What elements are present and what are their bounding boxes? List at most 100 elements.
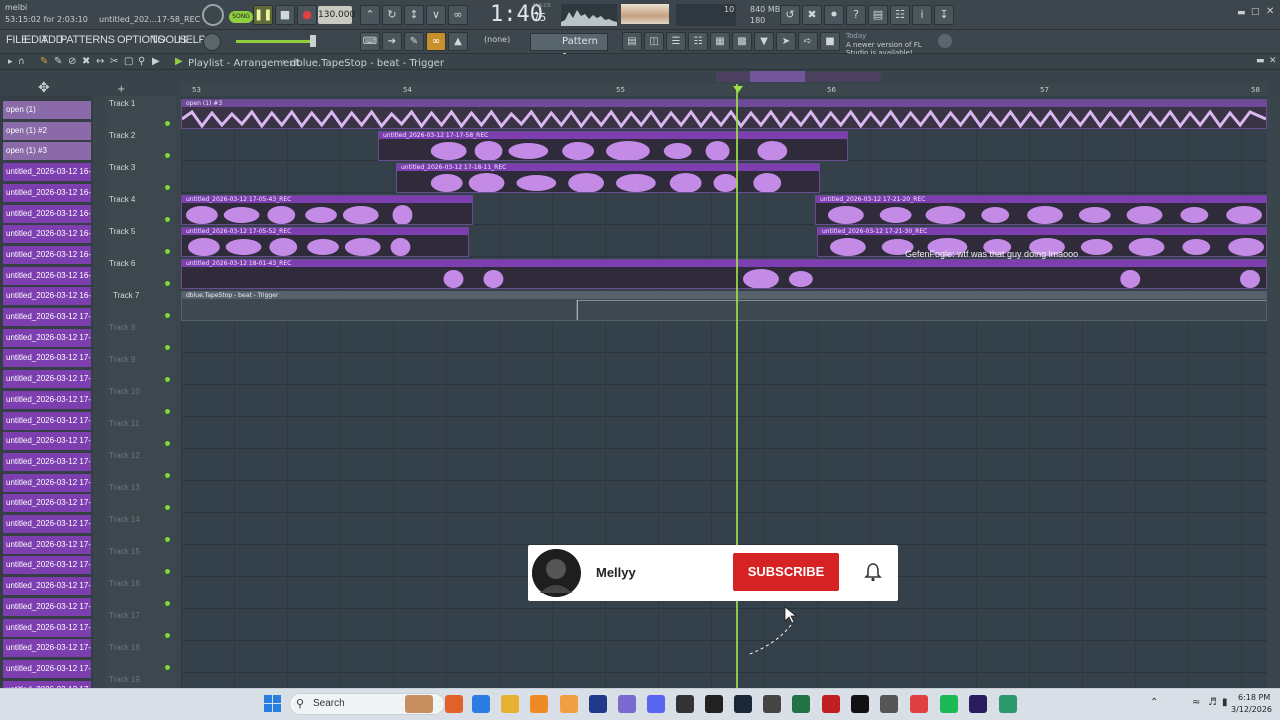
- tempo-display[interactable]: 130.000: [318, 6, 355, 24]
- track-mute-led[interactable]: [165, 633, 170, 638]
- browser-item[interactable]: untitled_2026-03-12 16-: [3, 245, 91, 264]
- track-label[interactable]: Track 17: [109, 611, 140, 620]
- track-label[interactable]: Track 4: [109, 195, 135, 204]
- browser-item[interactable]: untitled_2026-03-12 17-: [3, 556, 91, 575]
- lightning-app-icon[interactable]: [822, 695, 840, 713]
- discord-icon[interactable]: [647, 695, 665, 713]
- info-icon[interactable]: i: [912, 5, 932, 25]
- subscribe-button[interactable]: SUBSCRIBE: [733, 553, 839, 591]
- pattern-song-toggle[interactable]: [202, 4, 224, 26]
- track-label[interactable]: Track 10: [109, 387, 140, 396]
- browser-item[interactable]: untitled_2026-03-12 17-: [3, 618, 91, 637]
- battery-icon[interactable]: ▮: [1222, 697, 1228, 708]
- close-icon[interactable]: ✕: [1266, 6, 1274, 17]
- microphone-icon[interactable]: ⚫: [824, 5, 844, 25]
- pause-button[interactable]: ❚❚: [253, 5, 273, 25]
- delete-tool-icon[interactable]: ⊘: [68, 56, 76, 67]
- bell-icon[interactable]: [864, 562, 882, 582]
- track-mute-led[interactable]: [165, 185, 170, 190]
- taskbar-date[interactable]: 3/12/2026: [1231, 705, 1272, 714]
- taskbar-time[interactable]: 6:18 PM: [1238, 693, 1270, 702]
- browser-item[interactable]: untitled_2026-03-12 17-: [3, 597, 91, 616]
- save-icon[interactable]: ▤: [868, 5, 888, 25]
- move-handle-icon[interactable]: ✥: [38, 80, 50, 96]
- clip-track7-automation[interactable]: dblue.TapeStop - beat - Trigger: [181, 291, 1267, 321]
- windows-start-icon[interactable]: [264, 695, 281, 712]
- clip-track1[interactable]: open (1) #3: [181, 99, 1267, 129]
- clip-track4-b[interactable]: untitled_2026-03-12 17-21-20_REC: [815, 195, 1267, 225]
- track-mute-led[interactable]: [165, 377, 170, 382]
- arrow-icon[interactable]: ➔: [382, 32, 402, 51]
- app-a-icon[interactable]: [589, 695, 607, 713]
- browser-item[interactable]: untitled_2026-03-12 17-: [3, 411, 91, 430]
- obs-icon[interactable]: [676, 695, 694, 713]
- track-label[interactable]: Track 14: [109, 515, 140, 524]
- browser-item[interactable]: untitled_2026-03-12 17-: [3, 308, 91, 326]
- select-tool-icon[interactable]: ▢: [124, 56, 133, 67]
- track-label[interactable]: Track 3: [109, 163, 135, 172]
- track-mute-led[interactable]: [165, 601, 170, 606]
- pattern-selector[interactable]: Pattern 1: [530, 33, 608, 63]
- browser-item[interactable]: untitled_2026-03-12 17-: [3, 515, 91, 533]
- pencil-icon[interactable]: ✎: [404, 32, 424, 51]
- master-volume-handle[interactable]: [310, 35, 316, 47]
- undo-history-icon[interactable]: ↺: [780, 5, 800, 25]
- browser-item[interactable]: untitled_2026-03-12 17-: [3, 535, 91, 554]
- brave-icon[interactable]: [445, 695, 463, 713]
- track-label[interactable]: Track 19: [109, 675, 140, 684]
- playlist-play-icon[interactable]: ▶: [175, 56, 183, 67]
- browser-item[interactable]: untitled_2026-03-12 16-: [3, 266, 91, 285]
- count-in-icon[interactable]: ↕: [404, 5, 424, 25]
- track-mute-led[interactable]: [165, 505, 170, 510]
- clip-track5-a[interactable]: untitled_2026-03-12 17-05-52_REC: [181, 227, 469, 257]
- slip-tool-icon[interactable]: ↔: [96, 56, 104, 67]
- song-position-marker-icon[interactable]: [733, 86, 743, 93]
- song-mode-button[interactable]: SONG: [229, 11, 253, 23]
- breadcrumb-pattern[interactable]: dblue.TapeStop - beat - Trigger: [290, 58, 444, 69]
- steam-icon[interactable]: [734, 695, 752, 713]
- help-icon[interactable]: ?: [846, 5, 866, 25]
- channel-rack-icon[interactable]: ☰: [666, 32, 686, 51]
- browser-icon[interactable]: ▦: [710, 32, 730, 51]
- minimize-icon[interactable]: ▬: [1237, 8, 1246, 18]
- track-label[interactable]: Track 7: [113, 291, 139, 300]
- mute-tool-icon[interactable]: ✖: [82, 56, 90, 67]
- app-green-icon[interactable]: [999, 695, 1017, 713]
- browser-item[interactable]: untitled_2026-03-12 17-: [3, 494, 91, 513]
- playlist-minimize-icon[interactable]: ▬: [1256, 56, 1265, 66]
- track-mute-led[interactable]: [165, 569, 170, 574]
- widgets-icon[interactable]: [472, 695, 490, 713]
- track-mute-led[interactable]: [165, 217, 170, 222]
- track-label[interactable]: Track 18: [109, 643, 140, 652]
- search-highlight-icon[interactable]: [405, 695, 433, 713]
- track-label[interactable]: Track 11: [109, 419, 139, 428]
- track-mute-led[interactable]: [165, 665, 170, 670]
- track-mute-led[interactable]: [165, 249, 170, 254]
- plugin-db-icon[interactable]: ▼: [754, 32, 774, 51]
- spotify-icon[interactable]: [940, 695, 958, 713]
- piano-roll-icon[interactable]: ◫: [644, 32, 664, 51]
- copilot-icon[interactable]: [618, 695, 636, 713]
- track-mute-led[interactable]: [165, 153, 170, 158]
- browser-item[interactable]: untitled_2026-03-12 16-: [3, 183, 91, 202]
- excel-icon[interactable]: [792, 695, 810, 713]
- track-label[interactable]: Track 16: [109, 579, 140, 588]
- browser-item[interactable]: untitled_2026-03-12 17-: [3, 349, 91, 368]
- track-mute-led[interactable]: [165, 409, 170, 414]
- track-label[interactable]: Track 6: [109, 259, 135, 268]
- playlist-icon[interactable]: ▤: [622, 32, 642, 51]
- wait-input-icon[interactable]: ∞: [448, 5, 468, 25]
- plugin-icon[interactable]: ▩: [732, 32, 752, 51]
- track-label[interactable]: Track 2: [109, 131, 135, 140]
- timeline-ruler[interactable]: [181, 84, 1267, 96]
- keyboard-icon[interactable]: ⌨: [360, 32, 380, 51]
- blend-notes-icon[interactable]: ∨: [426, 5, 446, 25]
- master-pitch-knob[interactable]: [203, 33, 221, 51]
- playback-tool-icon[interactable]: ▶: [152, 56, 160, 67]
- metronome-icon[interactable]: ⌃: [360, 5, 380, 25]
- draw-tool-icon[interactable]: ✎: [40, 56, 48, 67]
- browser-item[interactable]: untitled_2026-03-12 16-: [3, 287, 91, 306]
- track-mute-led[interactable]: [165, 121, 170, 126]
- loop-record-icon[interactable]: ↻: [382, 5, 402, 25]
- browser-item[interactable]: untitled_2026-03-12 17-: [3, 639, 91, 658]
